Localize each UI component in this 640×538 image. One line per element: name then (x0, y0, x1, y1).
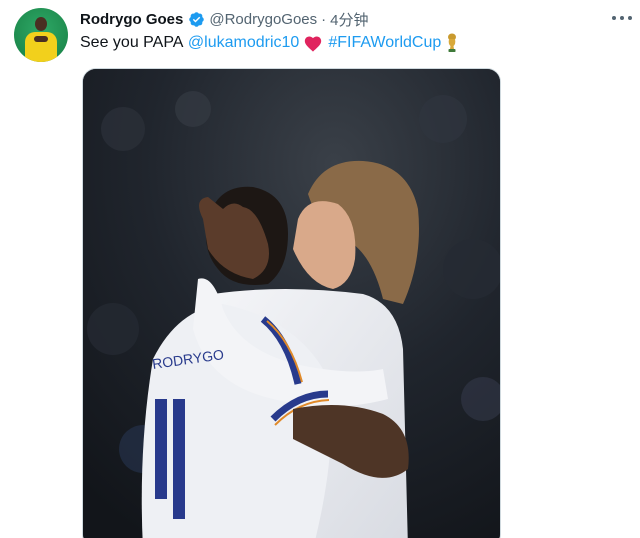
tweet-photo[interactable]: RODRYGO (82, 68, 501, 538)
hashtag-link[interactable]: #FIFAWorldCup (328, 33, 441, 53)
user-handle[interactable]: @RodrygoGoes (209, 11, 317, 28)
world-cup-trophy-icon (448, 33, 457, 52)
timestamp[interactable]: 4分钟 (330, 9, 368, 30)
separator-dot: · (321, 10, 327, 28)
avatar[interactable] (14, 8, 68, 62)
red-heart-emoji-icon (305, 36, 322, 52)
verified-badge-icon (189, 11, 205, 27)
tweet: Rodrygo Goes @RodrygoGoes · 4分钟 See you … (0, 0, 640, 538)
tweet-text-prefix: See you PAPA (80, 34, 184, 51)
tweet-text: See you PAPA @lukamodric10 #FIFAWorldCup (80, 33, 459, 53)
photo-two-players-embracing: RODRYGO (83, 69, 500, 538)
tweet-header: Rodrygo Goes @RodrygoGoes · 4分钟 (80, 9, 368, 29)
display-name[interactable]: Rodrygo Goes (80, 11, 183, 28)
mention-link[interactable]: @lukamodric10 (188, 33, 299, 53)
more-options-icon[interactable] (612, 9, 632, 27)
